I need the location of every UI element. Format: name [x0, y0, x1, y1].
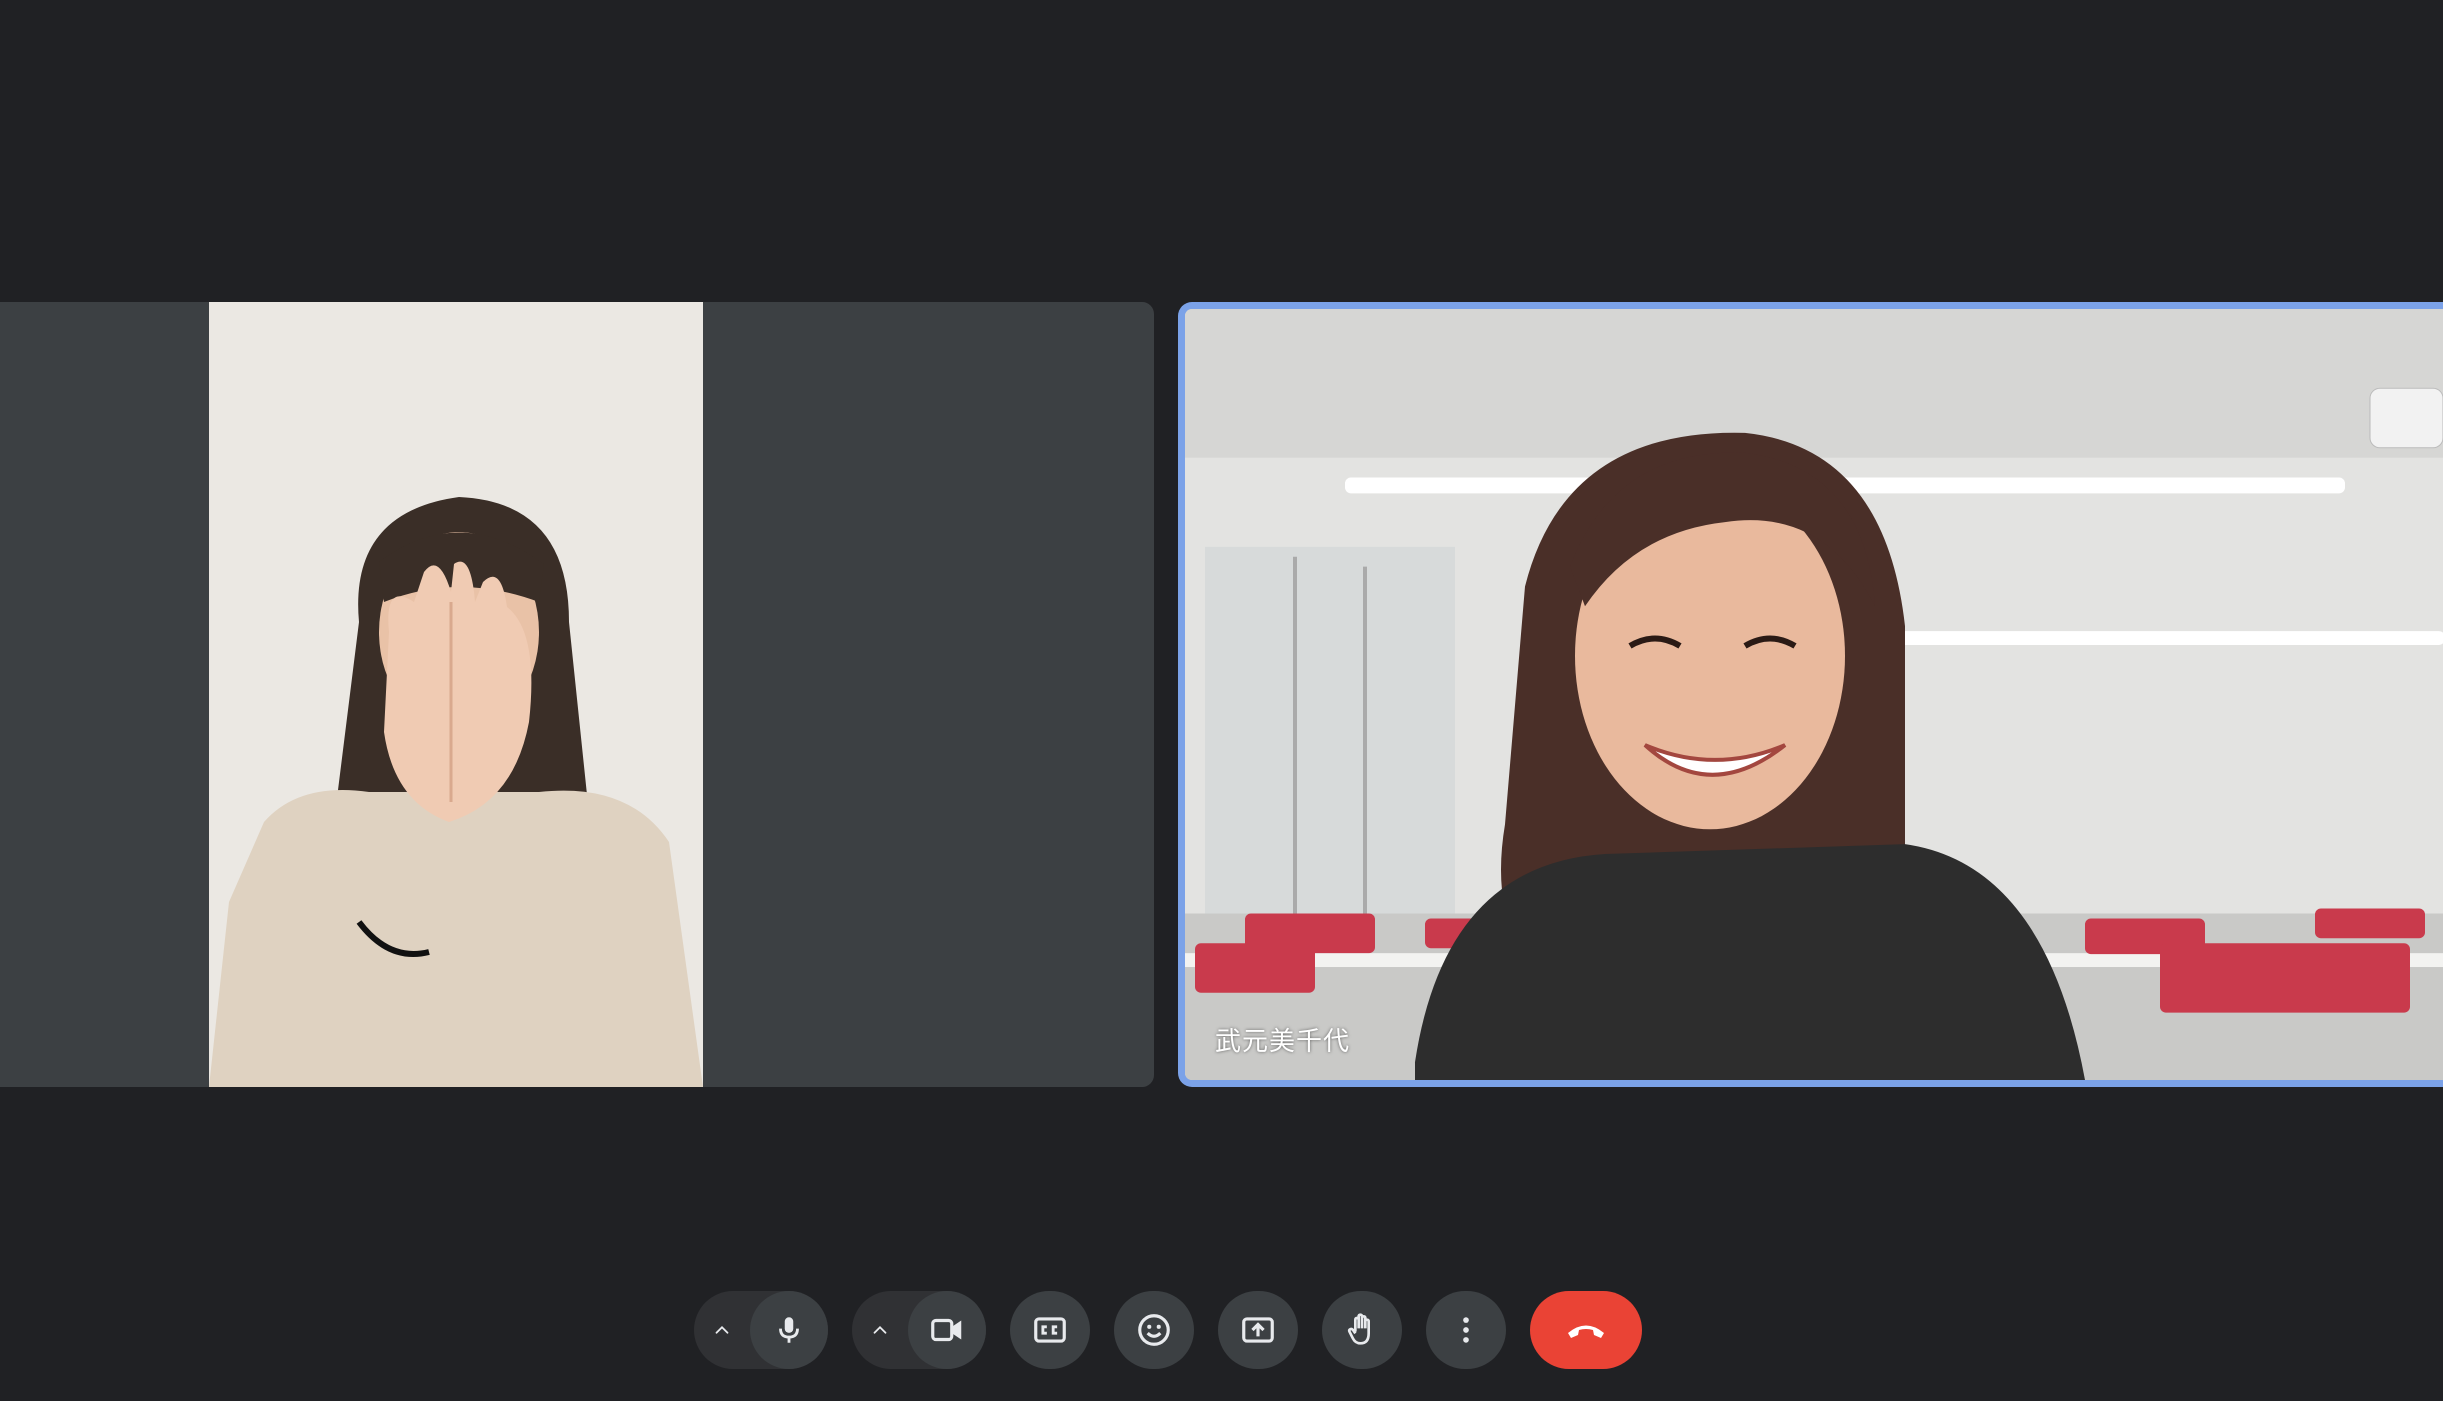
call-end-icon	[1562, 1306, 1610, 1354]
videocam-icon	[928, 1311, 966, 1349]
reactions-button[interactable]	[1114, 1291, 1194, 1369]
hand-icon	[1342, 1310, 1382, 1350]
closed-caption-icon	[1031, 1311, 1069, 1349]
more-options-button[interactable]	[1426, 1291, 1506, 1369]
mic-control-group	[694, 1291, 828, 1369]
meeting-stage: 武元美千代	[0, 0, 2443, 1401]
video-frame-left	[209, 302, 703, 1087]
more-vert-icon	[1449, 1313, 1483, 1347]
participant-tile-left[interactable]	[0, 302, 1154, 1087]
chevron-up-icon	[711, 1319, 733, 1341]
emoji-icon	[1135, 1311, 1173, 1349]
camera-button[interactable]	[908, 1291, 986, 1369]
raise-hand-button[interactable]	[1322, 1291, 1402, 1369]
participant-tile-right[interactable]: 武元美千代	[1178, 302, 2443, 1087]
video-frame-right	[1185, 309, 2443, 1080]
present-screen-icon	[1239, 1311, 1277, 1349]
present-button[interactable]	[1218, 1291, 1298, 1369]
mic-icon	[772, 1313, 806, 1347]
video-options-button[interactable]	[852, 1291, 908, 1369]
camera-control-group	[852, 1291, 986, 1369]
leave-call-button[interactable]	[1530, 1291, 1642, 1369]
chevron-up-icon	[869, 1319, 891, 1341]
participant-video-left	[209, 302, 703, 1087]
participant-name-label: 武元美千代	[1215, 1027, 1351, 1057]
call-controls	[694, 1291, 1642, 1369]
audio-options-button[interactable]	[694, 1291, 750, 1369]
captions-button[interactable]	[1010, 1291, 1090, 1369]
microphone-button[interactable]	[750, 1291, 828, 1369]
